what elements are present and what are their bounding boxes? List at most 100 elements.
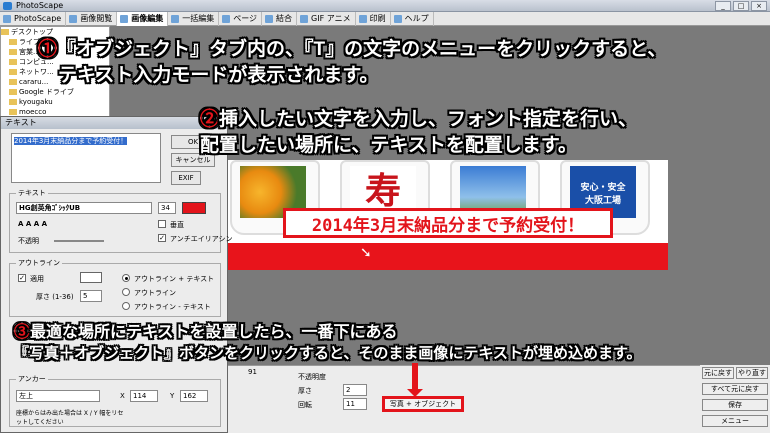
tree-item[interactable]: kyougaku [1, 97, 109, 107]
text-input[interactable]: 2014年3月末納品分まで予約受付！ [11, 133, 161, 183]
outline-text-radio[interactable] [122, 274, 130, 282]
tab-viewer[interactable]: 画像閲覧 [66, 12, 118, 26]
opacity-slider[interactable] [54, 240, 104, 242]
window-title: PhotoScape [16, 1, 64, 10]
group-label: テキスト [16, 188, 48, 198]
gif-icon [300, 15, 309, 23]
editor-icon [120, 15, 129, 23]
thickness-field[interactable]: 2 [343, 384, 367, 396]
dialog-title: テキスト [1, 117, 227, 129]
opacity-label: 不透明 [18, 237, 39, 245]
outline-apply-label: 適用 [30, 275, 44, 283]
vertical-checkbox[interactable] [158, 220, 166, 228]
text-object[interactable]: 2014年3月末納品分まで予約受付！ [283, 208, 613, 238]
x-label: X [120, 392, 125, 400]
folder-icon [9, 59, 17, 65]
tab-photoscape[interactable]: PhotoScape [0, 12, 67, 26]
title-bar: PhotoScape _ □ × [0, 0, 770, 12]
mug-line1: 安心・安全 [580, 183, 626, 193]
anchor-select[interactable]: 左上 [16, 390, 100, 402]
undo-all-button[interactable]: すべて元に戻す [702, 383, 768, 395]
menu-button[interactable]: メニュー [702, 415, 768, 427]
object-value: 91 [248, 368, 257, 376]
outline-minus-radio[interactable] [122, 302, 130, 310]
rotate-field[interactable]: 11 [343, 398, 367, 410]
minimize-button[interactable]: _ [715, 1, 731, 11]
step-2-number: ② [200, 109, 220, 130]
viewer-icon [69, 15, 78, 23]
editor-background [686, 26, 770, 366]
outline-text-label: アウトライン + テキスト [134, 275, 215, 283]
right-panel: 元に戻す やり直す すべて元に戻す 保存 メニュー [700, 365, 770, 433]
thickness-label: 厚さ [298, 387, 312, 395]
undo-button[interactable]: 元に戻す [702, 367, 734, 379]
folder-icon [9, 49, 17, 55]
annotation-3-line1: ③最適な場所にテキストを設置したら、一番下にある [14, 324, 398, 341]
tab-combine[interactable]: 結合 [262, 12, 298, 26]
outline-only-radio[interactable] [122, 288, 130, 296]
print-icon [358, 15, 367, 23]
thickness-label: 厚さ (1-36) [36, 293, 74, 301]
arrow-icon: ➘ [360, 245, 372, 261]
group-label: アウトライン [16, 258, 62, 268]
y-label: Y [170, 392, 175, 400]
folder-icon [9, 99, 17, 105]
folder-icon [9, 69, 17, 75]
redo-button[interactable]: やり直す [736, 367, 768, 379]
photoscape-icon [3, 15, 11, 23]
annotation-3-line2: 『写真＋オブジェクト』ボタンをクリックすると、そのまま画像にテキストが埋め込めま… [14, 345, 642, 362]
folder-icon [1, 29, 9, 35]
tab-editor[interactable]: 画像編集 [117, 12, 169, 26]
annotation-2-line1: ②挿入したい文字を入力し、フォント指定を行い、 [200, 109, 638, 130]
antialias-checkbox[interactable]: ✓ [158, 234, 166, 242]
close-button[interactable]: × [751, 1, 767, 11]
x-field[interactable]: 114 [130, 390, 158, 402]
text-settings-group: テキスト HG創英角ｺﾞｼｯｸUB 34 A A A A 垂直 不透明 ✓ アン… [9, 188, 232, 253]
folder-icon [9, 109, 17, 115]
tab-print[interactable]: 印刷 [356, 12, 391, 26]
tab-gif[interactable]: GIF アニメ [297, 12, 356, 26]
font-select[interactable]: HG創英角ｺﾞｼｯｸUB [16, 202, 152, 214]
maximize-button[interactable]: □ [733, 1, 749, 11]
group-label: アンカー [16, 374, 48, 384]
folder-icon [9, 79, 17, 85]
outline-group: アウトライン ✓ 適用 アウトライン + テキスト アウトライン 厚さ (1-3… [9, 258, 221, 317]
save-button[interactable]: 保存 [702, 399, 768, 411]
outline-apply-checkbox[interactable]: ✓ [18, 274, 26, 282]
tab-page[interactable]: ページ [219, 12, 263, 26]
photo-object-button[interactable]: 写真 + オブジェクト [382, 396, 464, 412]
font-size-select[interactable]: 34 [158, 202, 176, 214]
caption-text: 2014年3月末納品分まで予約受付！ [311, 215, 585, 236]
annotation-1-line1: ①『オブジェクト』タブ内の、『T』の文字のメニューをクリックすると、 [38, 39, 667, 60]
main-tabs: PhotoScape 画像閲覧 画像編集 一括編集 ページ 結合 GIF アニメ… [0, 12, 770, 26]
tab-help[interactable]: ヘルプ [391, 12, 434, 26]
step-3-number: ③ [14, 324, 31, 341]
outline-minus-label: アウトライン - テキスト [134, 303, 211, 311]
exif-button[interactable]: EXIF [171, 171, 201, 185]
app-icon [3, 2, 12, 10]
y-field[interactable]: 162 [180, 390, 208, 402]
outline-color-swatch[interactable] [80, 272, 102, 283]
pointer-arrow [407, 363, 423, 397]
opacity-label: 不透明度 [298, 373, 326, 381]
tree-item[interactable]: Google ドライブ [1, 87, 109, 97]
combine-icon [265, 15, 274, 23]
batch-icon [171, 15, 180, 23]
reset-note: 座標からはみ出た場合は X / Y 幅をリセットしてください [16, 410, 124, 426]
text-style-buttons[interactable]: A A A A [18, 220, 47, 228]
object-toolbar: 91 不透明度 厚さ 2 回転 11 [228, 365, 700, 433]
help-icon [393, 15, 402, 23]
text-color-swatch[interactable] [182, 202, 206, 214]
annotation-1-line2: テキスト入力モードが表示されます。 [58, 65, 379, 86]
thickness-field[interactable]: 5 [80, 290, 102, 302]
antialias-label: アンチエイリアシン [170, 235, 233, 243]
annotation-2-line2: 配置したい場所に、テキストを配置します。 [200, 135, 577, 156]
mug-line2: 大阪工場 [584, 196, 621, 206]
vertical-label: 垂直 [170, 221, 184, 229]
red-band [228, 243, 668, 270]
tab-batch[interactable]: 一括編集 [168, 12, 220, 26]
text-dialog: テキスト 2014年3月末納品分まで予約受付！ OK キャンセル EXIF テキ… [0, 116, 232, 433]
outline-only-label: アウトライン [134, 289, 176, 297]
page-icon [222, 15, 231, 23]
folder-icon [9, 39, 17, 45]
